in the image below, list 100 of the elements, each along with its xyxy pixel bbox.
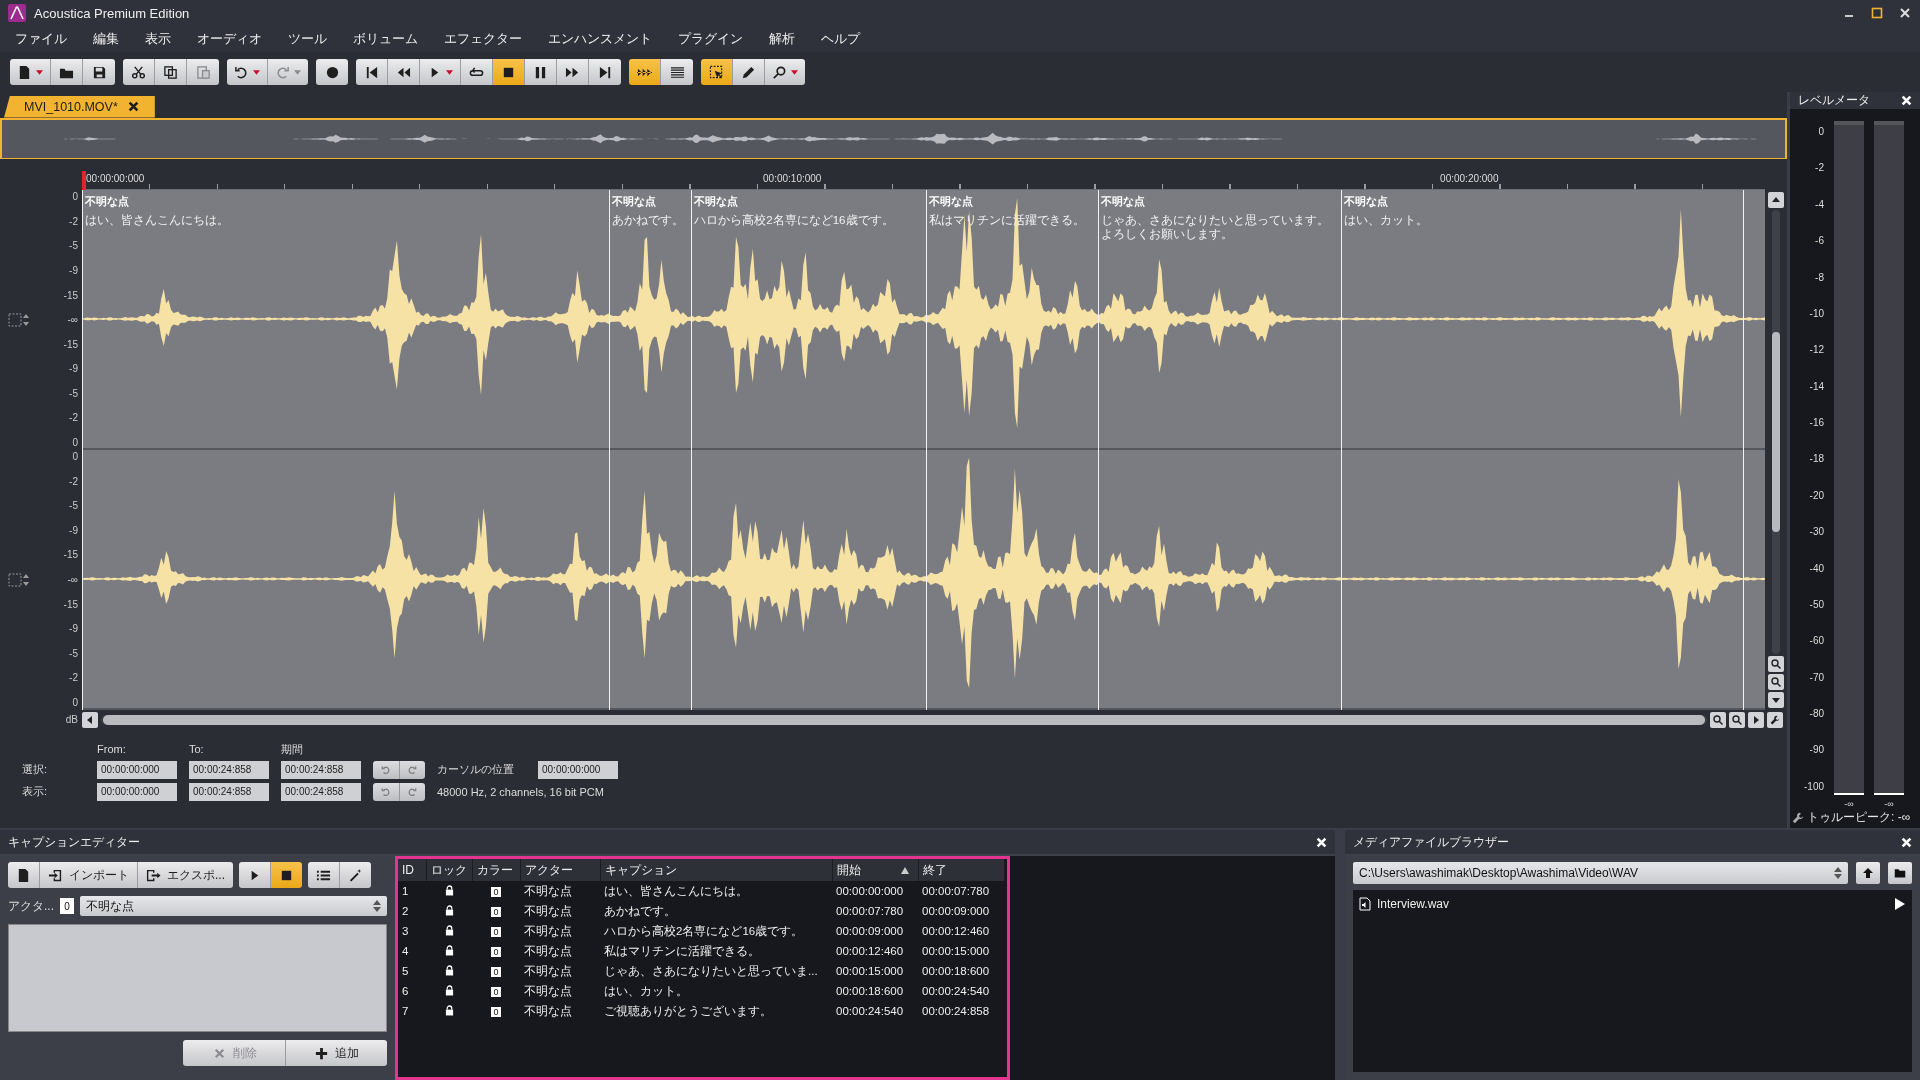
play-button[interactable] xyxy=(420,59,461,85)
db-scale-label: 0 xyxy=(72,192,78,203)
maximize-icon[interactable] xyxy=(1870,6,1884,20)
meter-scale-label: -14 xyxy=(1809,381,1824,392)
stop-button[interactable] xyxy=(270,862,302,888)
magic-wand-button[interactable] xyxy=(339,862,371,888)
scroll-left-button[interactable] xyxy=(82,711,98,728)
cut-button[interactable] xyxy=(123,59,155,85)
close-icon[interactable] xyxy=(1316,836,1327,848)
copy-icon xyxy=(163,64,178,80)
table-cell-text: 5 xyxy=(401,964,410,979)
undo-button[interactable] xyxy=(373,760,399,779)
zoom-out-button[interactable] xyxy=(1768,674,1784,691)
menu-item[interactable]: オーディオ xyxy=(184,30,275,48)
record-button[interactable] xyxy=(316,59,348,85)
caption-text-field[interactable] xyxy=(8,924,387,1032)
menu-item[interactable]: ボリューム xyxy=(340,30,431,48)
zoom-out-button[interactable] xyxy=(1729,711,1745,728)
menu-item[interactable]: ファイル xyxy=(2,30,80,48)
time-label: 00:00:20:000 xyxy=(1440,172,1499,184)
column-header[interactable]: カラー xyxy=(472,859,520,881)
column-header[interactable]: アクター xyxy=(520,859,600,881)
menu-item[interactable]: 解析 xyxy=(756,30,808,48)
scroll-right-button[interactable] xyxy=(1748,711,1764,728)
time-field[interactable]: 00:00:00:000 xyxy=(97,760,177,779)
document-tab[interactable]: MVI_1010.MOV* xyxy=(4,95,155,118)
to-start-button[interactable] xyxy=(356,59,388,85)
zoom-in-button[interactable] xyxy=(1710,711,1726,728)
menu-item[interactable]: エンハンスメント xyxy=(535,30,665,48)
spectrum-button[interactable] xyxy=(661,59,693,85)
menu-item[interactable]: プラグイン xyxy=(665,30,756,48)
track-icon[interactable] xyxy=(8,312,32,329)
time-field[interactable]: 00:00:24:858 xyxy=(281,760,361,779)
column-header[interactable]: ロック xyxy=(426,859,472,881)
actor-dropdown[interactable]: 不明な点 xyxy=(80,896,387,916)
scroll-down-button[interactable] xyxy=(1768,692,1784,709)
open-button[interactable] xyxy=(51,59,83,85)
meter-scale-label: -20 xyxy=(1809,490,1824,501)
time-field[interactable]: 00:00:24:858 xyxy=(189,782,269,801)
save-button[interactable] xyxy=(83,59,115,85)
loop-button[interactable] xyxy=(461,59,493,85)
menu-item[interactable]: 表示 xyxy=(132,30,184,48)
close-icon[interactable] xyxy=(1901,836,1912,848)
pause-button[interactable] xyxy=(525,59,557,85)
menu-item[interactable]: 編集 xyxy=(80,30,132,48)
column-header[interactable]: 終了 xyxy=(918,859,1004,881)
play-button[interactable] xyxy=(239,862,270,888)
wrench-icon[interactable] xyxy=(1792,811,1804,824)
table-cell-text: 不明な点 xyxy=(523,903,573,920)
to-end-button[interactable] xyxy=(589,59,621,85)
track-icon[interactable] xyxy=(8,572,32,589)
zoom-in-button[interactable] xyxy=(1768,656,1784,673)
tab-close-icon[interactable] xyxy=(127,101,139,112)
forward-button[interactable] xyxy=(557,59,589,85)
file-item[interactable]: Interview.wav xyxy=(1377,897,1888,911)
new-button[interactable] xyxy=(10,59,51,85)
rewind-button[interactable] xyxy=(388,59,420,85)
menu-item[interactable]: エフェクター xyxy=(431,30,535,48)
copy-button[interactable] xyxy=(155,59,187,85)
cursor-position-field[interactable]: 00:00:00:000 xyxy=(538,760,618,779)
column-header[interactable]: 開始 xyxy=(832,859,918,881)
close-icon[interactable] xyxy=(1901,95,1912,106)
pencil-button[interactable] xyxy=(733,59,765,85)
column-header[interactable]: キャプション xyxy=(600,859,832,881)
settings-button[interactable] xyxy=(1767,711,1783,728)
browse-folder-button[interactable] xyxy=(1888,862,1912,884)
stop-button[interactable] xyxy=(493,59,525,85)
timeline-ruler[interactable]: 00:00:00:000 00:00:10:000 00:00:20:000 xyxy=(82,170,1765,191)
undo-button[interactable] xyxy=(227,59,268,85)
overview-strip[interactable] xyxy=(0,117,1787,159)
table-cell-text: 00:00:15:000 xyxy=(921,944,991,959)
select-button[interactable] xyxy=(701,59,733,85)
new-caption-button[interactable] xyxy=(8,862,39,888)
menu-item[interactable]: ヘルプ xyxy=(808,30,873,48)
scrollbar-thumb[interactable] xyxy=(1772,332,1780,532)
redo-button[interactable] xyxy=(398,760,425,779)
redo-button[interactable] xyxy=(398,782,425,801)
scroll-up-button[interactable] xyxy=(1768,192,1784,209)
menu-item[interactable]: ツール xyxy=(275,30,340,48)
play-icon[interactable] xyxy=(1894,897,1906,911)
follow-button[interactable] xyxy=(629,59,661,85)
time-field[interactable]: 00:00:24:858 xyxy=(281,782,361,801)
color-badge: 0 xyxy=(491,947,501,957)
scrollbar-thumb[interactable] xyxy=(103,714,1705,725)
parent-folder-button[interactable] xyxy=(1856,862,1880,884)
zoom-button[interactable] xyxy=(765,59,805,85)
path-dropdown[interactable]: C:\Users\awashimak\Desktop\Awashima\Video\WAV xyxy=(1353,862,1848,884)
add-button[interactable]: 追加 xyxy=(285,1040,387,1066)
table-cell-text: 2 xyxy=(401,904,410,919)
column-header[interactable]: ID xyxy=(398,859,426,881)
list-button[interactable] xyxy=(308,862,339,888)
import-button[interactable]: インポート xyxy=(39,862,137,888)
time-field[interactable]: 00:00:24:858 xyxy=(189,760,269,779)
close-icon[interactable] xyxy=(1898,6,1912,20)
export-button[interactable]: エクスポ... xyxy=(137,862,233,888)
undo-button[interactable] xyxy=(373,782,399,801)
panel-title: メディアファイルブラウザー xyxy=(1353,833,1509,851)
meter-scale-label: -16 xyxy=(1809,418,1824,428)
playhead-marker[interactable] xyxy=(82,170,86,190)
time-field[interactable]: 00:00:00:000 xyxy=(97,782,177,801)
